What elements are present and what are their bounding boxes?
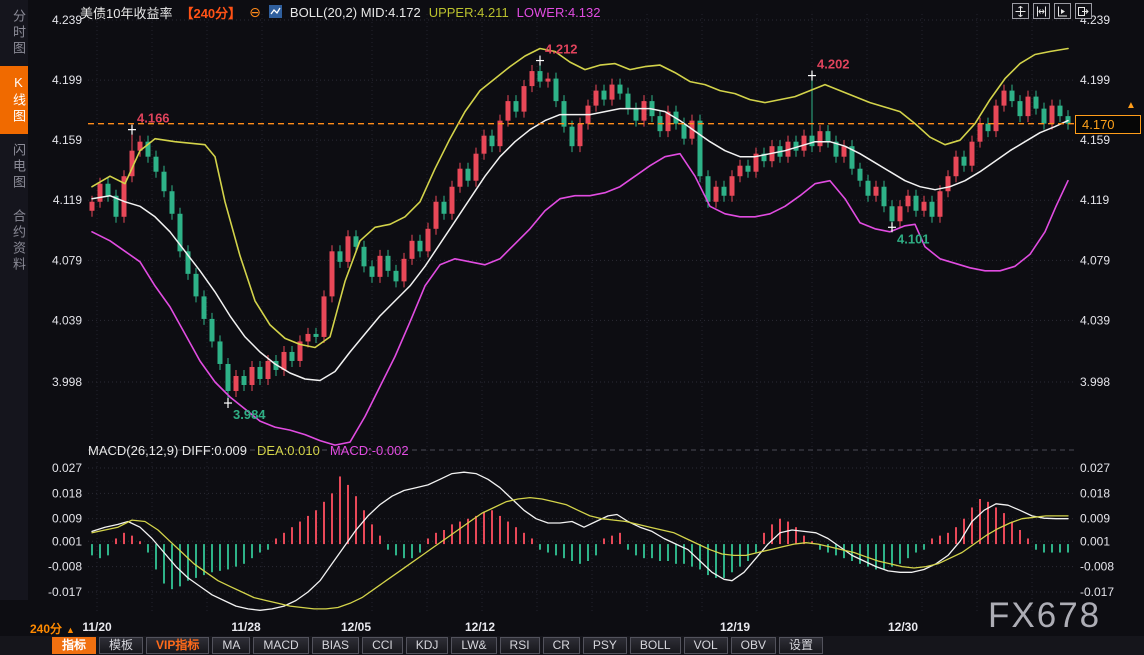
collapse-indicator-icon[interactable]: ⊖	[249, 6, 261, 19]
x-axis-date: 11/28	[231, 620, 261, 634]
y-axis-label: 4.119	[53, 193, 82, 207]
sidebar-item-time-chart[interactable]: 分时图	[0, 0, 28, 66]
x-axis-date: 11/20	[82, 620, 112, 634]
chart-toolbar	[1012, 3, 1092, 19]
chart-type-sidebar: 分时图 K线图 闪电图 合约资料	[0, 0, 28, 600]
tab-lw[interactable]: LW&	[451, 637, 496, 654]
main-chart-area[interactable]	[88, 24, 1074, 444]
current-price-label: 4.170	[1075, 115, 1141, 134]
macd-axis-label: 0.001	[1080, 534, 1110, 548]
macd-area[interactable]	[88, 455, 1074, 612]
tab-cr[interactable]: CR	[543, 637, 580, 654]
tab-vol[interactable]: VOL	[684, 637, 728, 654]
y-axis-label: 3.998	[52, 375, 82, 389]
macd-axis-label: -0.008	[1080, 560, 1114, 574]
y-axis-label: 4.079	[52, 253, 82, 267]
sidebar-item-flash-chart[interactable]: 闪电图	[0, 134, 28, 200]
indicator-tabbar: 指标 模板 VIP指标 MA MACD BIAS CCI KDJ LW& RSI…	[0, 636, 1144, 655]
macd-axis-label: 0.027	[52, 461, 82, 475]
tab-psy[interactable]: PSY	[583, 637, 627, 654]
mini-chart-icon	[269, 5, 282, 21]
sidebar-item-contract-info[interactable]: 合约资料	[0, 200, 28, 282]
y-axis-scale-icon[interactable]	[1033, 3, 1050, 19]
y-axis-label: 4.199	[1080, 73, 1110, 87]
x-axis-date: 12/05	[341, 620, 371, 634]
x-axis-date: 12/30	[888, 620, 918, 634]
macd-axis-label: -0.008	[48, 560, 82, 574]
chart-header: 美债10年收益率 【240分】 ⊖ BOLL(20,2) MID:4.172 U…	[80, 4, 601, 21]
macd-axis-label: 0.009	[1080, 512, 1110, 526]
y-axis-label: 4.159	[52, 133, 82, 147]
macd-axis-label: 0.001	[52, 534, 82, 548]
x-axis-date: 12/12	[465, 620, 495, 634]
y-axis-label: 4.159	[1080, 133, 1110, 147]
period-tag: 【240分】	[180, 3, 241, 22]
tab-vip-indicator[interactable]: VIP指标	[146, 637, 209, 654]
period-arrow-icon: ▲	[66, 625, 75, 635]
y-axis-label: 4.199	[52, 73, 82, 87]
tab-macd[interactable]: MACD	[253, 637, 308, 654]
tab-template[interactable]: 模板	[99, 637, 143, 654]
move-tool-icon[interactable]	[1012, 3, 1029, 19]
tab-indicator[interactable]: 指标	[52, 637, 96, 654]
boll-lower-value: LOWER:4.132	[517, 5, 601, 20]
tab-boll[interactable]: BOLL	[630, 637, 681, 654]
chart-application-window: 分时图 K线图 闪电图 合约资料 美债10年收益率 【240分】 ⊖ BOLL(…	[0, 0, 1144, 655]
boll-upper-value: UPPER:4.211	[429, 5, 509, 20]
tab-settings[interactable]: 设置	[779, 637, 823, 654]
boll-mid-value: BOLL(20,2) MID:4.172	[290, 5, 421, 20]
y-axis-label: 4.239	[52, 13, 82, 27]
y-axis-label: 4.119	[1080, 193, 1109, 207]
macd-axis-label: 0.027	[1080, 461, 1110, 475]
y-axis-label: 4.039	[1080, 313, 1110, 327]
macd-axis-label: -0.017	[48, 585, 82, 599]
price-marker-icon: ▲	[1126, 100, 1136, 111]
sidebar-item-candle-chart[interactable]: K线图	[0, 66, 28, 134]
instrument-title: 美债10年收益率	[80, 3, 172, 22]
macd-axis-label: 0.009	[52, 512, 82, 526]
tab-rsi[interactable]: RSI	[500, 637, 540, 654]
tab-kdj[interactable]: KDJ	[406, 637, 449, 654]
x-axis-scale-icon[interactable]	[1054, 3, 1071, 19]
tab-ma[interactable]: MA	[212, 637, 250, 654]
y-axis-label: 4.039	[52, 313, 82, 327]
x-axis-date: 12/19	[720, 620, 750, 634]
y-axis-label: 3.998	[1080, 375, 1110, 389]
jump-to-latest-icon[interactable]	[1075, 3, 1092, 19]
tab-obv[interactable]: OBV	[731, 637, 776, 654]
y-axis-label: 4.079	[1080, 253, 1110, 267]
tab-bias[interactable]: BIAS	[312, 637, 359, 654]
macd-axis-label: 0.018	[52, 486, 82, 500]
macd-axis-label: 0.018	[1080, 486, 1110, 500]
tab-cci[interactable]: CCI	[362, 637, 403, 654]
period-indicator[interactable]: 240分▲	[30, 620, 75, 637]
